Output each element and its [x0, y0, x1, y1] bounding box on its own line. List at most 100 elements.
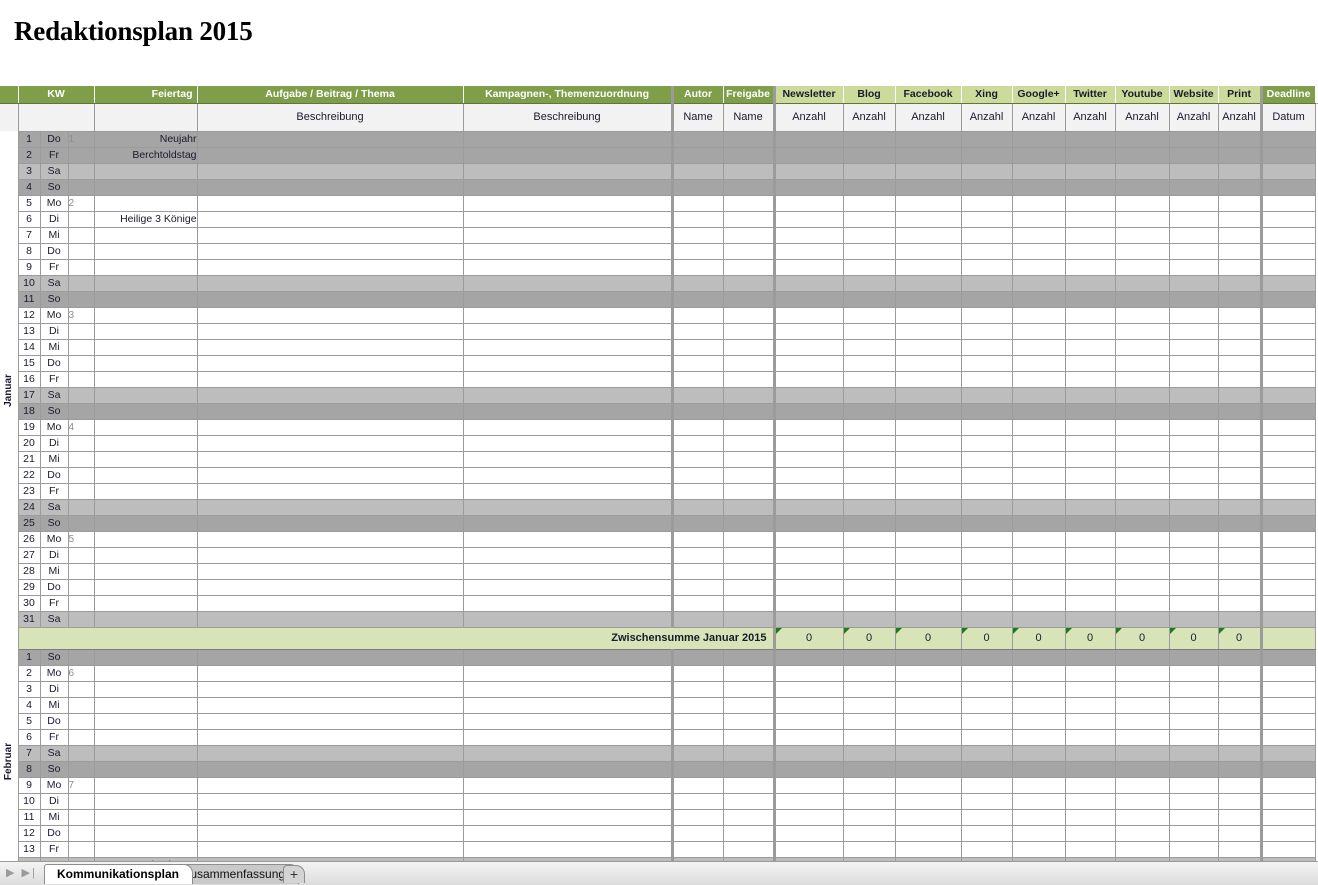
cell-metric-3[interactable] [961, 825, 1013, 842]
cell-weekday[interactable]: So [40, 179, 69, 196]
cell-day-number[interactable]: 6 [18, 211, 41, 228]
cell-weekday[interactable]: So [40, 515, 69, 532]
cell-metric-1[interactable] [843, 563, 896, 580]
cell-holiday[interactable] [94, 531, 198, 548]
cell-freigabe[interactable] [723, 323, 775, 340]
cell-autor[interactable] [670, 467, 724, 484]
cell-metric-0[interactable] [772, 339, 844, 356]
cell-metric-7[interactable] [1169, 259, 1219, 276]
cell-autor[interactable] [670, 563, 724, 580]
cell-calendar-week[interactable] [68, 515, 95, 532]
cell-metric-5[interactable] [1065, 579, 1116, 596]
cell-autor[interactable] [670, 809, 724, 826]
cell-deadline[interactable] [1259, 419, 1316, 436]
cell-kampagne[interactable] [463, 451, 673, 468]
cell-metric-0[interactable] [772, 131, 844, 148]
cell-metric-2[interactable] [895, 451, 962, 468]
cell-metric-4[interactable] [1012, 243, 1066, 260]
cell-day-number[interactable]: 26 [18, 531, 41, 548]
cell-metric-1[interactable] [843, 435, 896, 452]
cell-weekday[interactable]: Do [40, 825, 69, 842]
cell-calendar-week[interactable]: 1 [68, 131, 95, 148]
cell-metric-4[interactable] [1012, 761, 1066, 778]
cell-autor[interactable] [670, 531, 724, 548]
cell-freigabe[interactable] [723, 579, 775, 596]
cell-kampagne[interactable] [463, 793, 673, 810]
cell-metric-8[interactable] [1218, 649, 1262, 666]
cell-metric-3[interactable] [961, 451, 1013, 468]
cell-autor[interactable] [670, 595, 724, 612]
cell-day-number[interactable]: 16 [18, 371, 41, 388]
cell-calendar-week[interactable] [68, 211, 95, 228]
cell-kampagne[interactable] [463, 387, 673, 404]
cell-metric-5[interactable] [1065, 531, 1116, 548]
cell-weekday[interactable]: Di [40, 323, 69, 340]
cell-kampagne[interactable] [463, 355, 673, 372]
cell-day-number[interactable]: 30 [18, 595, 41, 612]
cell-metric-7[interactable] [1169, 227, 1219, 244]
cell-holiday[interactable] [94, 681, 198, 698]
cell-kampagne[interactable] [463, 435, 673, 452]
cell-kampagne[interactable] [463, 147, 673, 164]
cell-deadline[interactable] [1259, 681, 1316, 698]
cell-metric-1[interactable] [843, 259, 896, 276]
cell-deadline[interactable] [1259, 163, 1316, 180]
cell-deadline[interactable] [1259, 531, 1316, 548]
cell-metric-8[interactable] [1218, 131, 1262, 148]
cell-metric-7[interactable] [1169, 761, 1219, 778]
cell-calendar-week[interactable] [68, 227, 95, 244]
cell-freigabe[interactable] [723, 467, 775, 484]
cell-metric-8[interactable] [1218, 483, 1262, 500]
cell-metric-5[interactable] [1065, 387, 1116, 404]
cell-holiday[interactable] [94, 729, 198, 746]
cell-metric-5[interactable] [1065, 403, 1116, 420]
cell-metric-0[interactable] [772, 665, 844, 682]
cell-weekday[interactable]: Mo [40, 777, 69, 794]
cell-metric-3[interactable] [961, 275, 1013, 292]
table-row[interactable]: 11 Mi [0, 809, 1316, 826]
header-cell-kw[interactable]: KW [18, 86, 95, 104]
cell-metric-4[interactable] [1012, 825, 1066, 842]
cell-deadline[interactable] [1259, 355, 1316, 372]
cell-weekday[interactable]: Do [40, 467, 69, 484]
cell-metric-0[interactable] [772, 179, 844, 196]
cell-freigabe[interactable] [723, 841, 775, 858]
cell-autor[interactable] [670, 179, 724, 196]
cell-metric-0[interactable] [772, 611, 844, 628]
cell-metric-4[interactable] [1012, 179, 1066, 196]
cell-calendar-week[interactable] [68, 147, 95, 164]
cell-aufgabe[interactable] [197, 579, 464, 596]
cell-metric-1[interactable] [843, 595, 896, 612]
cell-metric-5[interactable] [1065, 745, 1116, 762]
cell-holiday[interactable] [94, 307, 198, 324]
cell-metric-3[interactable] [961, 681, 1013, 698]
cell-day-number[interactable]: 21 [18, 451, 41, 468]
cell-day-number[interactable]: 17 [18, 387, 41, 404]
cell-weekday[interactable]: Mo [40, 307, 69, 324]
cell-day-number[interactable]: 7 [18, 745, 41, 762]
cell-aufgabe[interactable] [197, 291, 464, 308]
cell-metric-4[interactable] [1012, 323, 1066, 340]
cell-aufgabe[interactable] [197, 547, 464, 564]
cell-metric-0[interactable] [772, 515, 844, 532]
cell-metric-8[interactable] [1218, 825, 1262, 842]
cell-kampagne[interactable] [463, 307, 673, 324]
cell-metric-4[interactable] [1012, 515, 1066, 532]
cell-deadline[interactable] [1259, 243, 1316, 260]
cell-deadline[interactable] [1259, 761, 1316, 778]
cell-metric-7[interactable] [1169, 681, 1219, 698]
cell-day-number[interactable]: 2 [18, 665, 41, 682]
cell-metric-7[interactable] [1169, 355, 1219, 372]
cell-metric-8[interactable] [1218, 307, 1262, 324]
cell-calendar-week[interactable]: 6 [68, 665, 95, 682]
cell-holiday[interactable] [94, 195, 198, 212]
cell-calendar-week[interactable] [68, 713, 95, 730]
cell-weekday[interactable]: Do [40, 579, 69, 596]
table-row[interactable]: 6 Fr [0, 729, 1316, 746]
cell-weekday[interactable]: Mi [40, 227, 69, 244]
cell-calendar-week[interactable] [68, 611, 95, 628]
cell-weekday[interactable]: Fr [40, 147, 69, 164]
cell-kampagne[interactable] [463, 563, 673, 580]
header-cell-feiertag[interactable]: Feiertag [94, 86, 198, 104]
cell-metric-7[interactable] [1169, 435, 1219, 452]
